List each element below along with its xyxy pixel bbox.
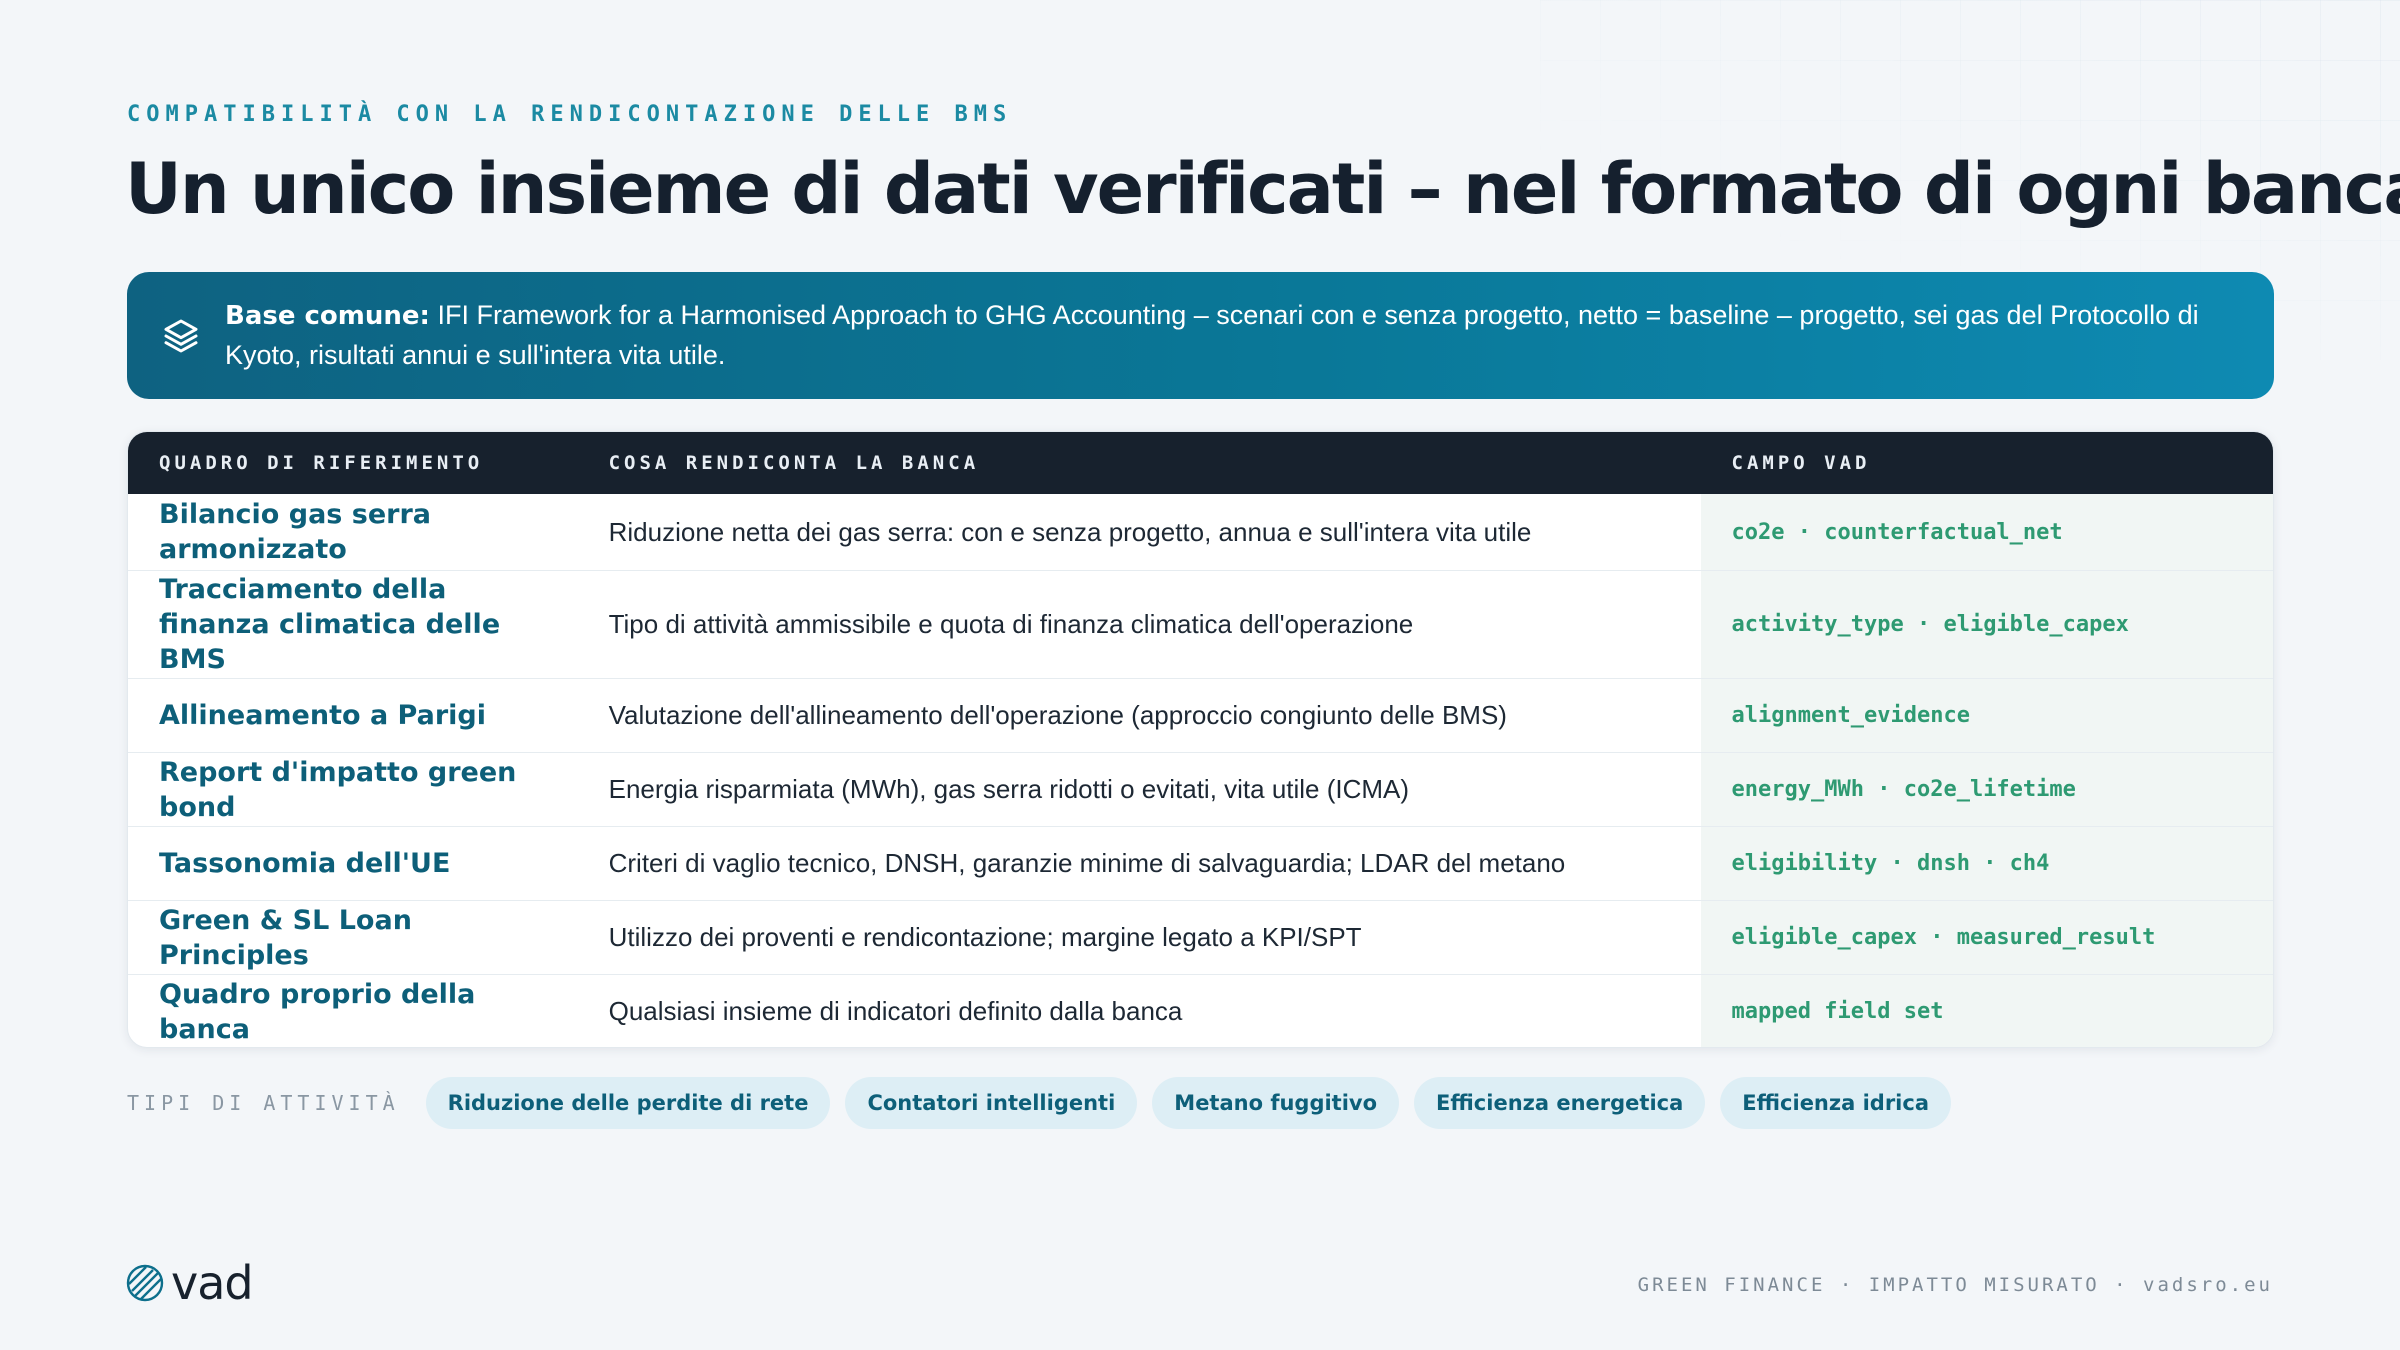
vad-field-cell: alignment_evidence [1700, 679, 2273, 752]
framework-cell: Green & SL Loan Principles [159, 904, 412, 971]
header-vad-field: CAMPO VAD [1731, 452, 1871, 474]
reports-cell: Criteri di vaglio tecnico, DNSH, garanzi… [608, 848, 1566, 878]
logo-wordmark: vad [171, 1256, 254, 1310]
framework-cell: Allineamento a Parigi [159, 700, 486, 731]
table-row: Tracciamento della finanza climatica del… [128, 570, 2273, 678]
table-row: Green & SL Loan Principles Utilizzo dei p… [128, 900, 2273, 974]
vad-field-cell: mapped field set [1700, 975, 2273, 1047]
table-body: Bilancio gas serra armonizzato Riduzione … [128, 494, 2273, 1047]
callout-text: Base comune: IFI Framework for a Harmoni… [225, 296, 2214, 375]
activity-tag: Metano fuggitivo [1152, 1077, 1400, 1129]
table-row: Report d'impatto green bond Energia rispa… [128, 752, 2273, 826]
framework-cell: Quadro proprio della banca [159, 978, 476, 1045]
table-header: QUADRO DI RIFERIMENTO COSA RENDICONTA LA… [128, 432, 2273, 494]
framework-cell: Bilancio gas serra armonizzato [159, 499, 431, 565]
callout-lead: Base comune: [225, 301, 430, 331]
activity-types: TIPI DI ATTIVITÀ Riduzione delle perdite… [127, 1076, 1966, 1130]
frameworks-table: QUADRO DI RIFERIMENTO COSA RENDICONTA LA… [127, 431, 2274, 1048]
activity-tag: Riduzione delle perdite di rete [425, 1077, 831, 1129]
activity-tag: Contatori intelligenti [845, 1077, 1138, 1129]
section-eyebrow: COMPATIBILITÀ CON LA RENDICONTAZIONE DEL… [127, 102, 1013, 127]
vad-field-cell: eligible_capex · measured_result [1700, 901, 2273, 974]
page-title: Un unico insieme di dati verificati – ne… [125, 148, 2400, 230]
framework-cell: Report d'impatto green bond [159, 756, 517, 823]
table-row: Bilancio gas serra armonizzato Riduzione … [128, 494, 2273, 570]
reports-cell: Utilizzo dei proventi e rendicontazione;… [608, 922, 1362, 952]
vad-field-cell: energy_MWh · co2e_lifetime [1700, 753, 2273, 826]
layers-icon [164, 319, 198, 352]
table-row: Tassonomia dell'UE Criteri di vaglio tecn… [128, 826, 2273, 900]
footer-tagline: GREEN FINANCE · IMPATTO MISURATO · vadsr… [1637, 1274, 2273, 1296]
activity-types-label: TIPI DI ATTIVITÀ [127, 1091, 400, 1115]
table-row: Allineamento a Parigi Valutazione dell'al… [128, 678, 2273, 752]
reports-cell: Valutazione dell'allineamento dell'opera… [608, 700, 1507, 730]
table-row: Quadro proprio della banca Qualsiasi insi… [128, 974, 2273, 1047]
header-reports: COSA RENDICONTA LA BANCA [608, 452, 980, 474]
reports-cell: Riduzione netta dei gas serra: con e sen… [608, 516, 1532, 547]
reports-cell: Tipo di attività ammissibile e quota di … [608, 609, 1414, 639]
framework-cell: Tracciamento della finanza climatica del… [159, 574, 501, 675]
vad-field-cell: co2e · counterfactual_net [1700, 494, 2273, 570]
callout-body: IFI Framework for a Harmonised Approach … [225, 300, 2199, 370]
vad-field-cell: eligibility · dnsh · ch4 [1700, 827, 2273, 900]
reports-cell: Qualsiasi insieme di indicatori definito… [608, 996, 1183, 1026]
framework-cell: Tassonomia dell'UE [159, 848, 451, 879]
activity-tag: Efficienza energetica [1414, 1077, 1706, 1129]
activity-tag: Efficienza idrica [1720, 1077, 1951, 1129]
common-basis-callout: Base comune: IFI Framework for a Harmoni… [127, 272, 2274, 399]
header-framework: QUADRO DI RIFERIMENTO [159, 452, 484, 474]
activity-tag-list: Riduzione delle perdite di rete Contatori… [425, 1077, 1966, 1129]
brand-logo: vad [125, 1256, 254, 1310]
reports-cell: Energia risparmiata (MWh), gas serra rid… [608, 774, 1410, 804]
globe-logo-icon [126, 1264, 164, 1302]
vad-field-cell: activity_type · eligible_capex [1700, 571, 2273, 678]
